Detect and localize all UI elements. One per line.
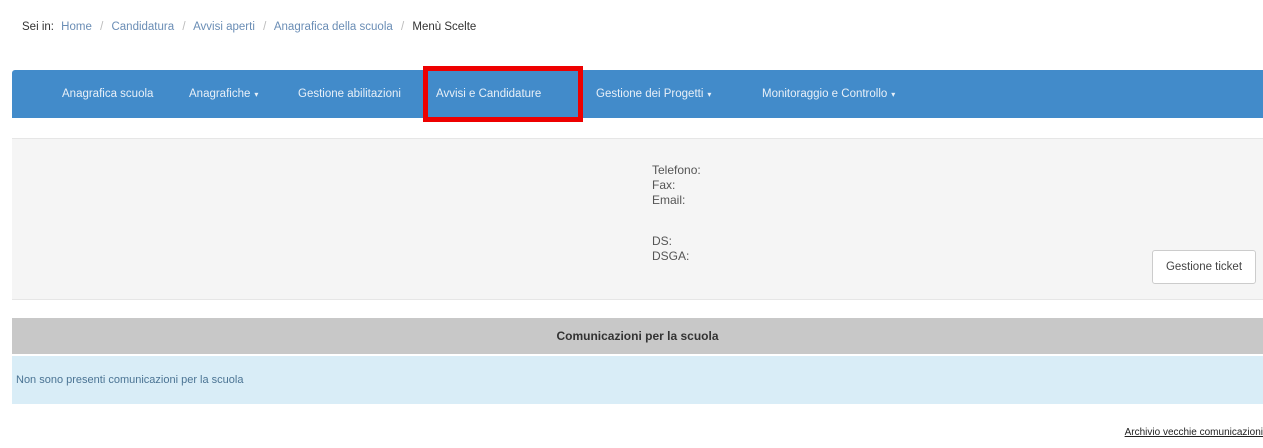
breadcrumb-prefix: Sei in: <box>22 21 54 33</box>
email-label: Email: <box>652 193 686 207</box>
nav-label: Gestione abilitazioni <box>298 88 401 100</box>
nav-label: Anagrafiche <box>189 88 251 100</box>
ds-label: DS: <box>652 234 673 248</box>
communications-header: Comunicazioni per la scuola <box>12 318 1263 354</box>
main-navbar: Anagrafica scuola Anagrafiche ▾ Gestione … <box>12 70 1263 118</box>
caret-down-icon: ▾ <box>707 90 712 99</box>
nav-anagrafiche-dropdown[interactable]: Anagrafiche ▾ <box>189 70 258 118</box>
empty-message: Non sono presenti comunicazioni per la s… <box>16 374 244 386</box>
breadcrumb-candidatura-link[interactable]: Candidatura <box>111 21 174 33</box>
dsga-label: DSGA: <box>652 249 690 263</box>
caret-down-icon: ▾ <box>254 90 259 99</box>
breadcrumb-separator: / <box>100 21 104 33</box>
breadcrumb-separator: / <box>263 21 267 33</box>
breadcrumb-home-link[interactable]: Home <box>61 21 92 33</box>
school-info-panel: Telefono: Fax: Email: DS: DSGA: <box>12 138 1263 300</box>
caret-down-icon: ▾ <box>891 90 896 99</box>
nav-label: Monitoraggio e Controllo <box>762 88 888 100</box>
highlight-box <box>423 66 583 122</box>
nav-gestione-progetti-dropdown[interactable]: Gestione dei Progetti ▾ <box>596 70 711 118</box>
archive-communications-link[interactable]: Archivio vecchie comunicazioni <box>1125 427 1263 438</box>
nav-label: Gestione dei Progetti <box>596 88 704 100</box>
communications-alert: Non sono presenti comunicazioni per la s… <box>12 356 1263 404</box>
telefono-label: Telefono: <box>652 163 701 177</box>
breadcrumb: Sei in: Home / Candidatura / Avvisi aper… <box>22 19 476 35</box>
breadcrumb-anagrafica-link[interactable]: Anagrafica della scuola <box>274 21 393 33</box>
breadcrumb-separator: / <box>182 21 186 33</box>
nav-gestione-abilitazioni[interactable]: Gestione abilitazioni <box>298 70 401 118</box>
breadcrumb-avvisi-aperti-link[interactable]: Avvisi aperti <box>193 21 255 33</box>
gestione-ticket-button[interactable]: Gestione ticket <box>1152 250 1256 284</box>
nav-monitoraggio-dropdown[interactable]: Monitoraggio e Controllo ▾ <box>762 70 895 118</box>
breadcrumb-current: Menù Scelte <box>412 21 477 33</box>
fax-label: Fax: <box>652 178 676 192</box>
breadcrumb-separator: / <box>400 21 405 33</box>
nav-anagrafica-scuola[interactable]: Anagrafica scuola <box>62 70 153 118</box>
nav-label: Anagrafica scuola <box>62 88 154 100</box>
